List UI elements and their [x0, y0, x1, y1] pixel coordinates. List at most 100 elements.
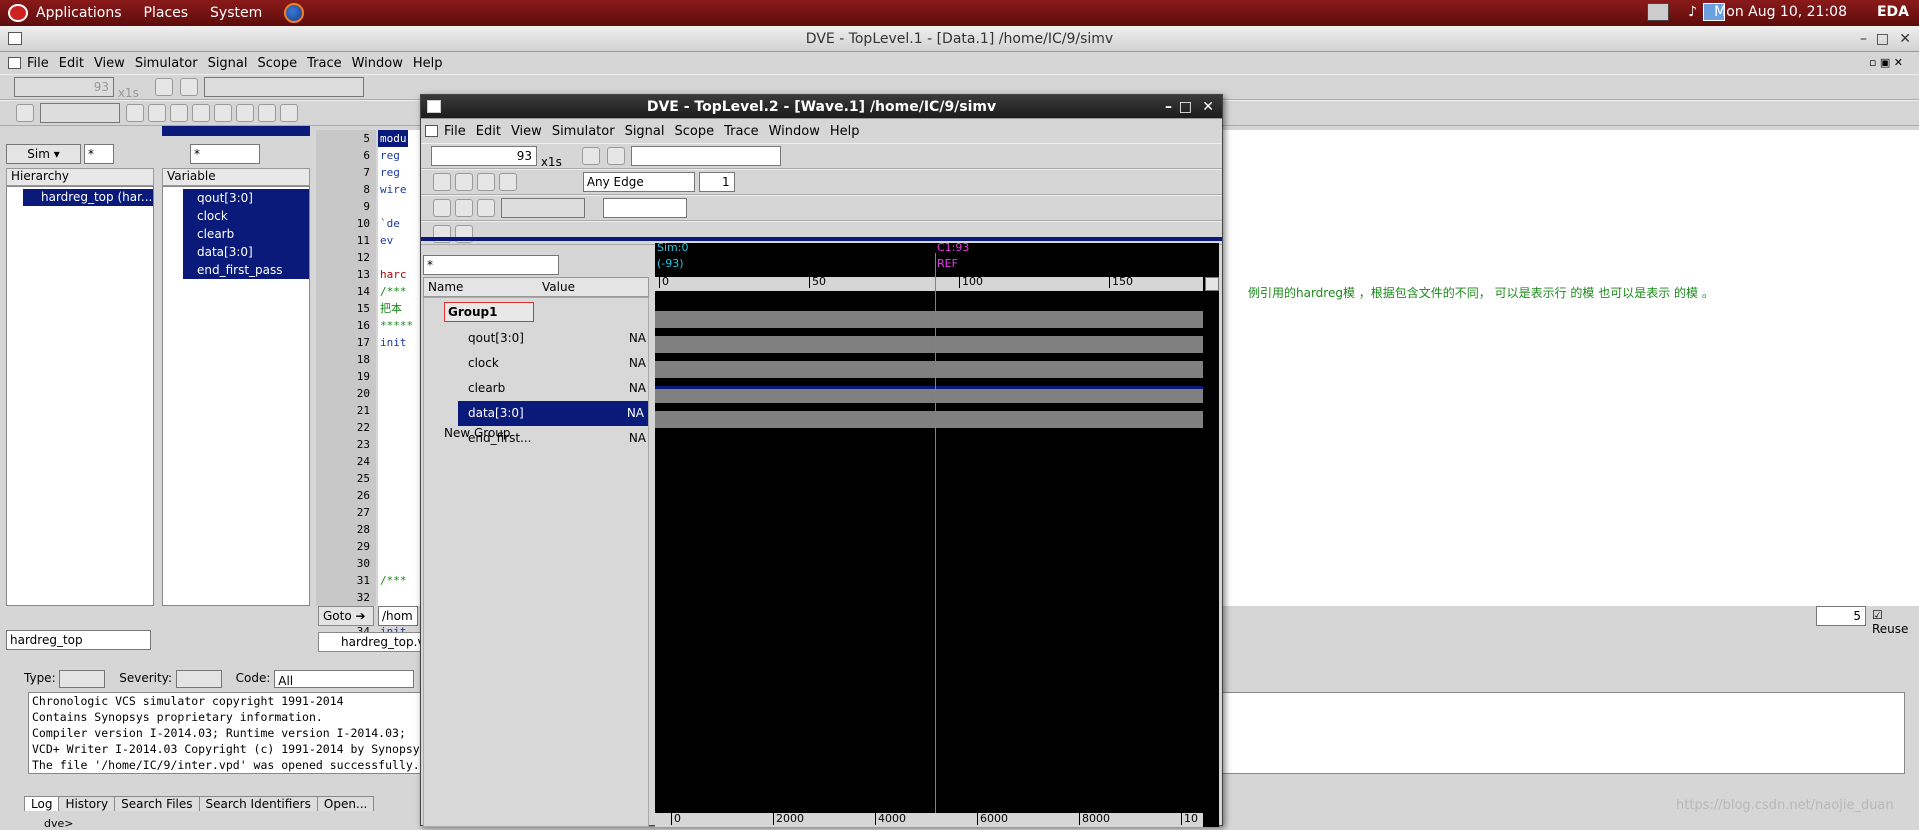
- console-tab[interactable]: Log: [24, 796, 60, 811]
- signal-row[interactable]: clock NA: [424, 351, 650, 376]
- variable-header[interactable]: Variable: [162, 168, 310, 186]
- group-row[interactable]: Group1: [444, 302, 534, 322]
- edge-dropdown[interactable]: Any Edge: [582, 172, 695, 192]
- wave-menu-signal[interactable]: Signal: [625, 124, 665, 139]
- wave-menu-edit[interactable]: Edit: [476, 124, 501, 139]
- menu-view[interactable]: View: [94, 56, 125, 71]
- new-group-row[interactable]: New Group: [444, 426, 511, 440]
- wave-menu-file[interactable]: File: [444, 124, 466, 139]
- window-menu-icon[interactable]: [8, 32, 22, 45]
- wave-minimize-button[interactable]: –: [1165, 95, 1172, 119]
- minimize-button[interactable]: –: [1860, 26, 1867, 52]
- wave-menu-scope[interactable]: Scope: [675, 124, 715, 139]
- variable-item[interactable]: data[3:0]: [183, 243, 309, 261]
- ruler-scroll-button[interactable]: [1205, 277, 1219, 291]
- menu-places[interactable]: Places: [144, 5, 189, 21]
- search-field[interactable]: [204, 77, 365, 97]
- menu-signal[interactable]: Signal: [208, 56, 248, 71]
- wave-menu-trace[interactable]: Trace: [724, 124, 759, 139]
- close-button[interactable]: ✕: [1899, 26, 1911, 52]
- panel-clock[interactable]: Mon Aug 10, 21:08: [1714, 4, 1847, 20]
- wave-time-unit[interactable]: x1s: [541, 155, 562, 169]
- menu-icon[interactable]: [8, 57, 21, 69]
- input-field[interactable]: [39, 103, 120, 123]
- zoom-out-icon[interactable]: [455, 199, 473, 217]
- waveform-trace[interactable]: [655, 361, 1203, 378]
- console-tab[interactable]: History: [58, 796, 116, 811]
- zoom-in-icon[interactable]: [433, 199, 451, 217]
- line-field[interactable]: 5: [1816, 606, 1866, 626]
- toolbar-icon[interactable]: [455, 173, 473, 191]
- wave-menu-help[interactable]: Help: [830, 124, 860, 139]
- col-value[interactable]: Value: [542, 278, 575, 296]
- variable-item[interactable]: qout[3:0]: [183, 189, 309, 207]
- code-dropdown[interactable]: All: [274, 669, 415, 688]
- menu-help[interactable]: Help: [413, 56, 443, 71]
- console-tab[interactable]: Search Identifiers: [198, 796, 318, 811]
- menu-scope[interactable]: Scope: [258, 56, 298, 71]
- menu-simulator[interactable]: Simulator: [135, 56, 198, 71]
- source-line[interactable]: modu: [378, 130, 408, 147]
- wave-menu-icon[interactable]: [425, 125, 438, 137]
- waveform-trace[interactable]: [655, 311, 1203, 328]
- hierarchy-filter[interactable]: *: [84, 144, 114, 164]
- zoom-fit-icon[interactable]: [477, 199, 495, 217]
- toolbar-icon[interactable]: [279, 104, 298, 122]
- wave-menu-view[interactable]: View: [511, 124, 542, 139]
- variable-item[interactable]: end_first_pass: [183, 261, 309, 279]
- toolbar-icon[interactable]: [213, 104, 232, 122]
- variable-item[interactable]: clearb: [183, 225, 309, 243]
- wave-menu-window[interactable]: Window: [769, 124, 820, 139]
- edge-count-field[interactable]: 1: [698, 172, 735, 192]
- toolbar-icon[interactable]: [581, 147, 600, 165]
- menu-trace[interactable]: Trace: [307, 56, 342, 71]
- toolbar-icon[interactable]: [477, 173, 495, 191]
- binoculars-icon[interactable]: [607, 147, 626, 165]
- waveform-trace[interactable]: [655, 386, 1203, 403]
- time-field[interactable]: 93: [14, 77, 114, 97]
- toolbar-icon[interactable]: [499, 173, 517, 191]
- type-dropdown[interactable]: [59, 669, 106, 688]
- mdi-controls[interactable]: ▫ ▣ ✕: [1869, 56, 1903, 69]
- signal-row[interactable]: data[3:0] NA: [458, 401, 648, 426]
- menu-applications[interactable]: Applications: [36, 5, 122, 21]
- signal-row[interactable]: qout[3:0] NA: [424, 326, 650, 351]
- console-tab[interactable]: Search Files: [114, 796, 200, 811]
- console-tab[interactable]: Open...: [316, 796, 375, 811]
- toolbar-icon[interactable]: [147, 104, 166, 122]
- menu-edit[interactable]: Edit: [59, 56, 84, 71]
- toolbar-icon[interactable]: [433, 173, 451, 191]
- signal-filter[interactable]: *: [423, 255, 559, 275]
- toolbar-icon[interactable]: [235, 104, 254, 122]
- wave-window-menu-icon[interactable]: [427, 100, 441, 113]
- wave-search-field[interactable]: [631, 146, 782, 166]
- network-icon[interactable]: [1647, 3, 1669, 21]
- source-file-tab[interactable]: hardreg_top.v: [318, 632, 422, 652]
- firefox-icon[interactable]: [284, 3, 305, 23]
- panel-user[interactable]: EDA: [1877, 4, 1909, 20]
- menu-system[interactable]: System: [210, 5, 262, 21]
- volume-icon[interactable]: ♪: [1688, 4, 1697, 20]
- wave-input-field-2[interactable]: [602, 198, 687, 218]
- toolbar-icon[interactable]: [180, 78, 199, 96]
- reuse-checkbox[interactable]: ☑ Reuse: [1872, 608, 1919, 636]
- scope-field[interactable]: hardreg_top: [6, 630, 151, 650]
- wave-maximize-button[interactable]: □: [1179, 95, 1192, 119]
- severity-dropdown[interactable]: [175, 669, 222, 688]
- toolbar-icon[interactable]: [191, 104, 210, 122]
- toolbar-icon[interactable]: [154, 78, 173, 96]
- signal-row[interactable]: clearb NA: [424, 376, 650, 401]
- sim-dropdown[interactable]: Sim ▾: [6, 144, 81, 164]
- toolbar-icon[interactable]: [125, 104, 144, 122]
- waveform-trace[interactable]: [655, 336, 1203, 353]
- wave-menu-simulator[interactable]: Simulator: [552, 124, 615, 139]
- maximize-button[interactable]: □: [1876, 26, 1889, 52]
- wave-time-field[interactable]: 93: [431, 146, 537, 166]
- time-unit[interactable]: x1s: [118, 86, 139, 100]
- wave-input-field[interactable]: [500, 198, 585, 218]
- wave-close-button[interactable]: ✕: [1202, 95, 1214, 119]
- menu-window[interactable]: Window: [352, 56, 403, 71]
- hierarchy-root[interactable]: hardreg_top (har...: [23, 189, 153, 206]
- variable-filter[interactable]: *: [190, 144, 260, 164]
- toolbar-icon[interactable]: [169, 104, 188, 122]
